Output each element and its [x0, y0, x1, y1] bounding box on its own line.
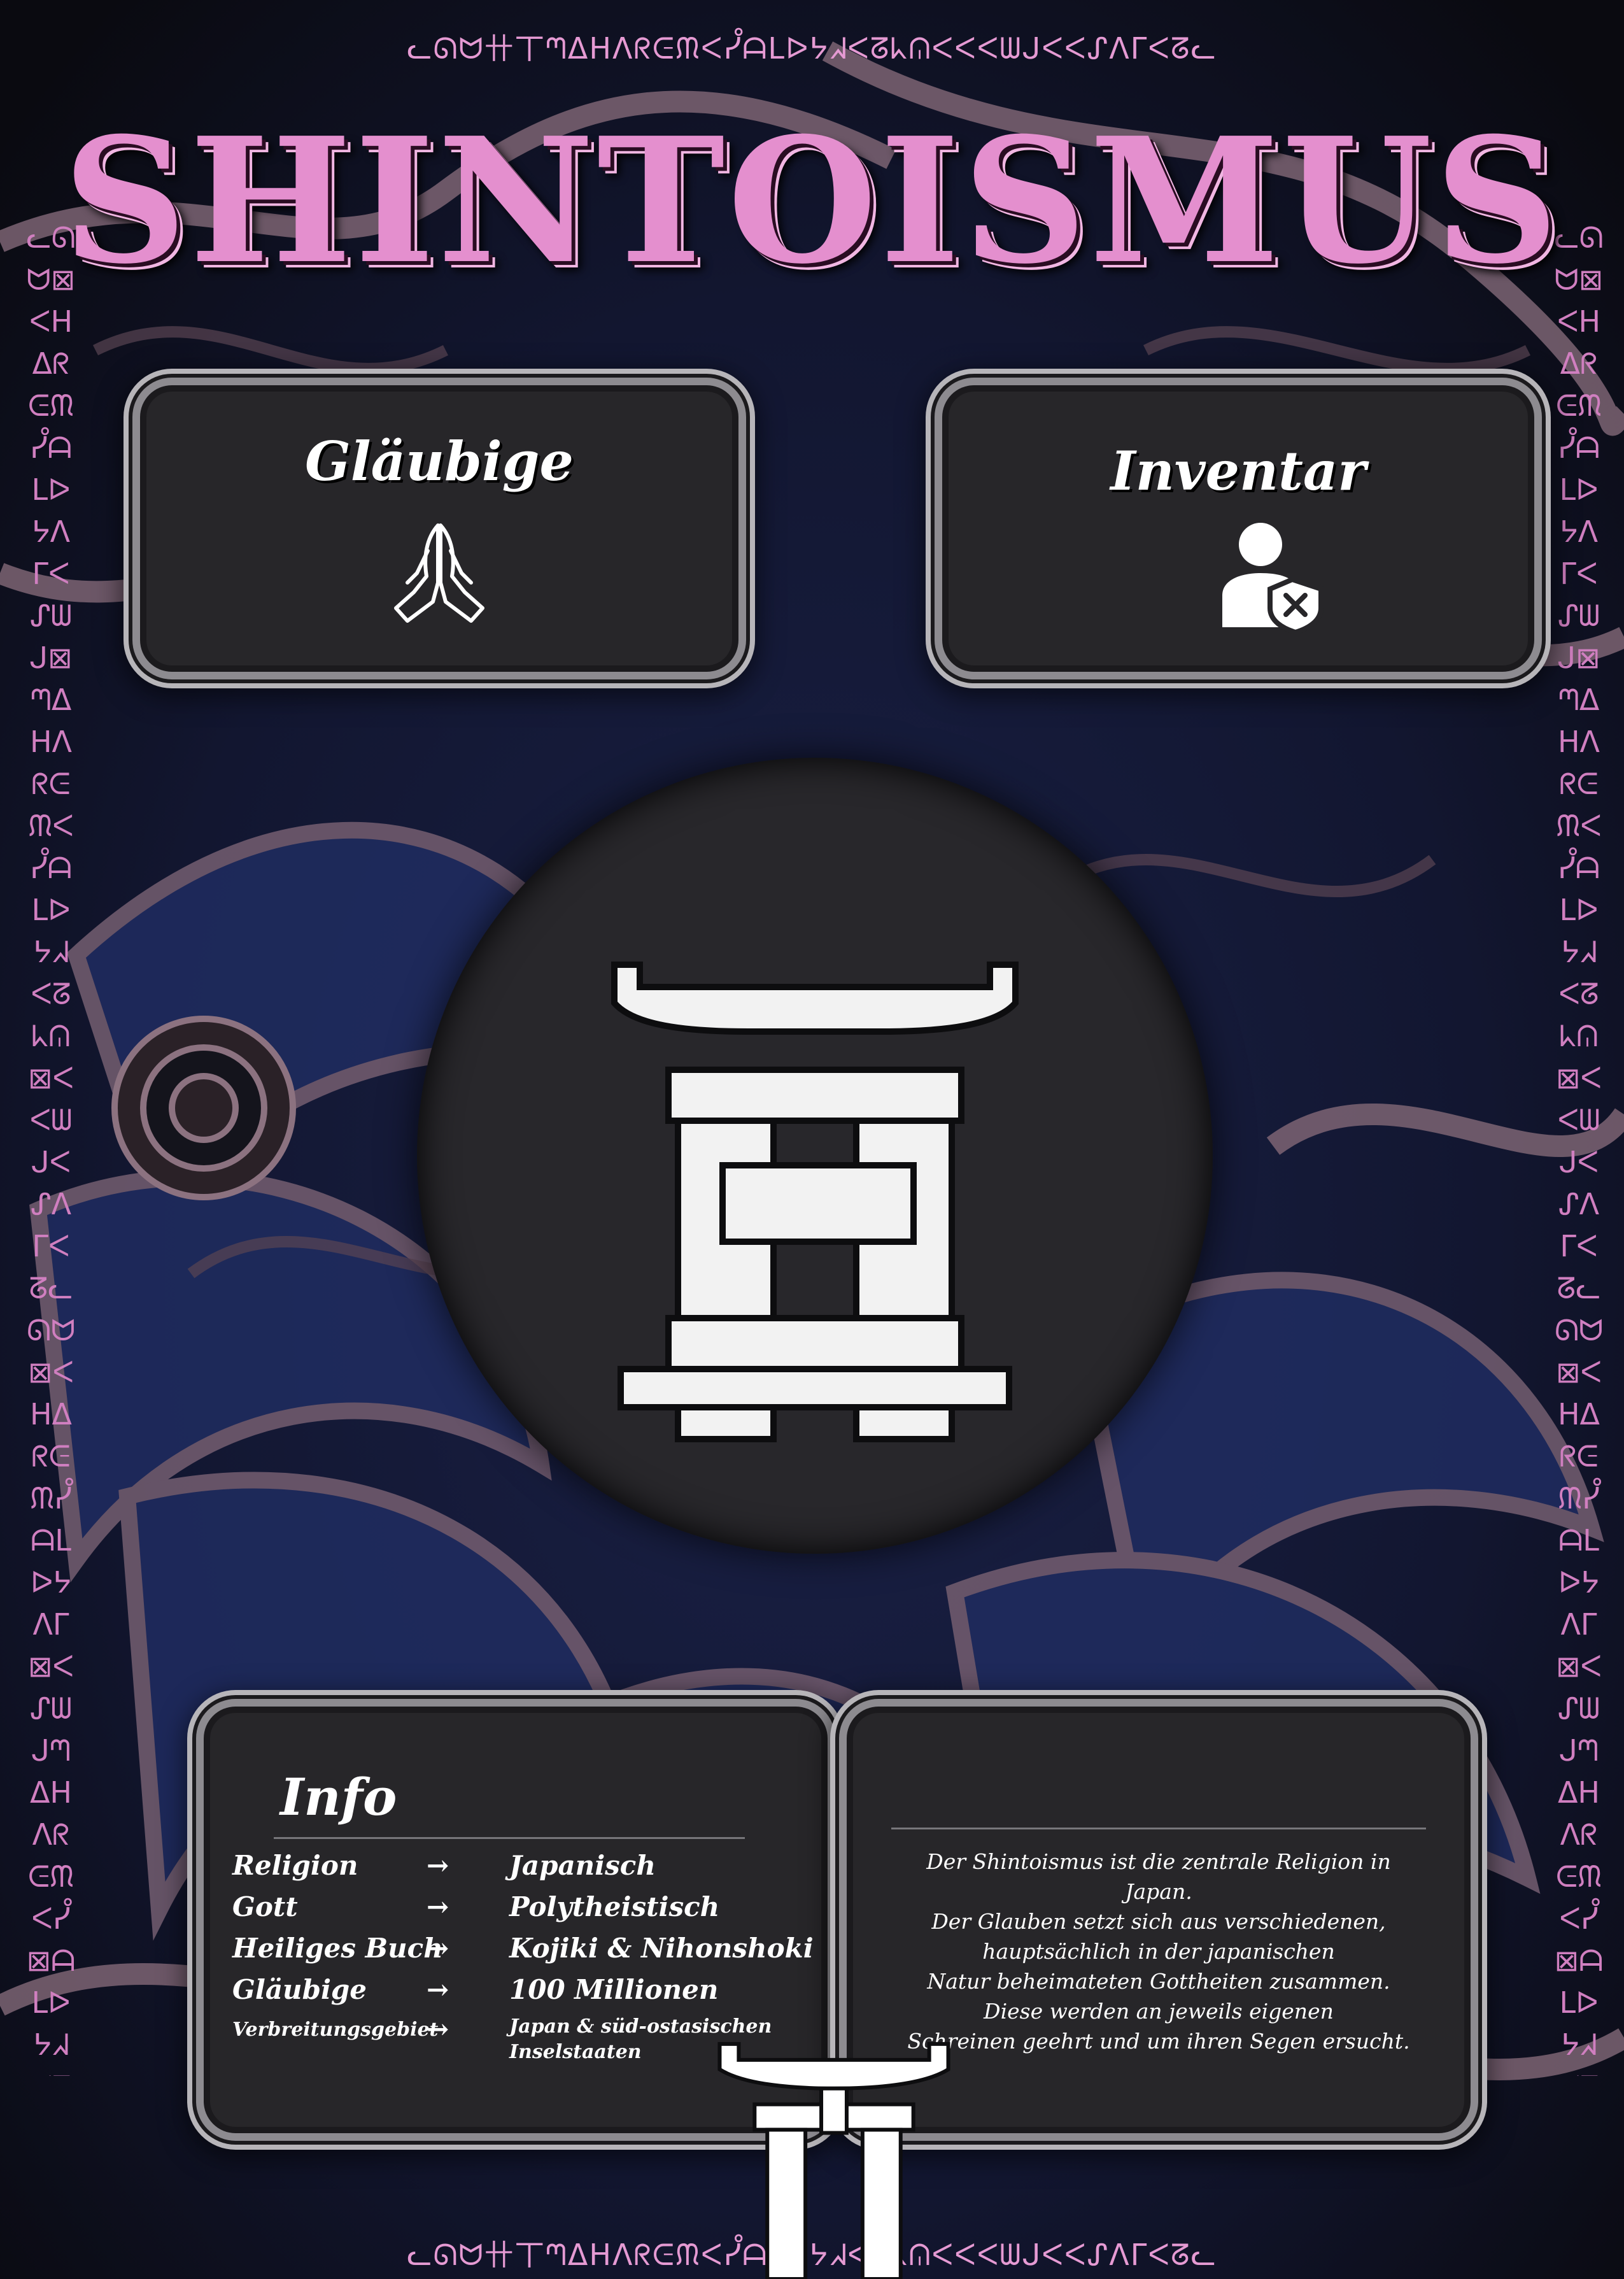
- card-inventar[interactable]: Inventar: [949, 392, 1528, 665]
- info-title: Info: [280, 1767, 397, 1827]
- info-label-glaeubige: Gläubige: [232, 1974, 367, 2005]
- card-glaeubige-title: Gläubige: [305, 430, 574, 493]
- info-value-verbreitungsgebiet-2: Inselstaaten: [509, 2041, 642, 2063]
- description-line: Der Glauben setzt sich aus verschiedenen…: [931, 1909, 1386, 1934]
- info-value-glaeubige: 100 Millionen: [509, 1974, 719, 2005]
- description-line: Schreinen geehrt und um ihren Segen ersu…: [907, 2029, 1410, 2054]
- info-value-gott: Polytheistisch: [509, 1891, 720, 1922]
- info-label-religion: Religion: [232, 1850, 358, 1881]
- description-line: Natur beheimateten Gottheiten zusammen.: [927, 1969, 1390, 1994]
- user-blocked-icon: [1222, 523, 1324, 634]
- glyph-border-top: ᓚᘏᗢ卄丅ᘉᐃᕼᐱᖇᕮᙏᐸᓮᗩᒪᐅᔭᖽᐸᘔᖾᕬᐸᐸᐸᗯᒍᐸᐸᔑᐱᒥᐸᘔᓚ: [407, 31, 1217, 66]
- info-label-verbreitungsgebiet: Verbreitungsgebiet: [232, 2019, 439, 2041]
- glyph-border-left: ᓚᘏᗢ⊠ᐸᕼᐃᖇᕮᙏᓮᗩᒪᐅᔭᐱᒥᐸᔑᗯᒍ⊠ᘉᐃᕼᐱᖇᕮᙏᐸᓮᗩᒪᐅᔭᖽᐸᘔᖾᕬ…: [26, 220, 76, 2076]
- description-line: hauptsächlich in der japanischen: [982, 1939, 1335, 1964]
- description-divider: [891, 1828, 1426, 1829]
- info-label-heiliges-buch: Heiliges Buch: [232, 1933, 443, 1964]
- info-label-gott: Gott: [232, 1891, 298, 1922]
- info-arrow: →: [427, 2013, 449, 2045]
- info-divider: [274, 1837, 745, 1839]
- info-value-religion: Japanisch: [509, 1850, 656, 1881]
- info-arrow: →: [427, 1933, 449, 1964]
- info-arrow: →: [427, 1974, 449, 2005]
- description-line: Der Shintoismus ist die zentrale Religio…: [926, 1849, 1391, 1904]
- card-inventar-title: Inventar: [1110, 439, 1366, 502]
- info-value-heiliges-buch: Kojiki & Nihonshoki: [509, 1933, 814, 1964]
- card-glaeubige[interactable]: Gläubige: [146, 392, 732, 665]
- center-emblem: [417, 758, 1213, 1554]
- torii-gate-icon: [717, 2041, 950, 2279]
- info-arrow: →: [427, 1850, 449, 1881]
- info-arrow: →: [427, 1891, 449, 1922]
- description-line: Diese werden an jeweils eigenen: [984, 1999, 1334, 2024]
- description-text: Der Shintoismus ist die zentrale Religio…: [891, 1847, 1426, 2056]
- torii-gate-icon: [611, 962, 1019, 1442]
- page-title: SHINTOISMUS: [62, 99, 1562, 302]
- praying-hands-icon: [394, 523, 484, 623]
- glyph-border-right: ᓚᘏᗢ⊠ᐸᕼᐃᖇᕮᙏᓮᗩᒪᐅᔭᐱᒥᐸᔑᗯᒍ⊠ᘉᐃᕼᐱᖇᕮᙏᐸᓮᗩᒪᐅᔭᖽᐸᘔᖾᕬ…: [1554, 220, 1604, 2076]
